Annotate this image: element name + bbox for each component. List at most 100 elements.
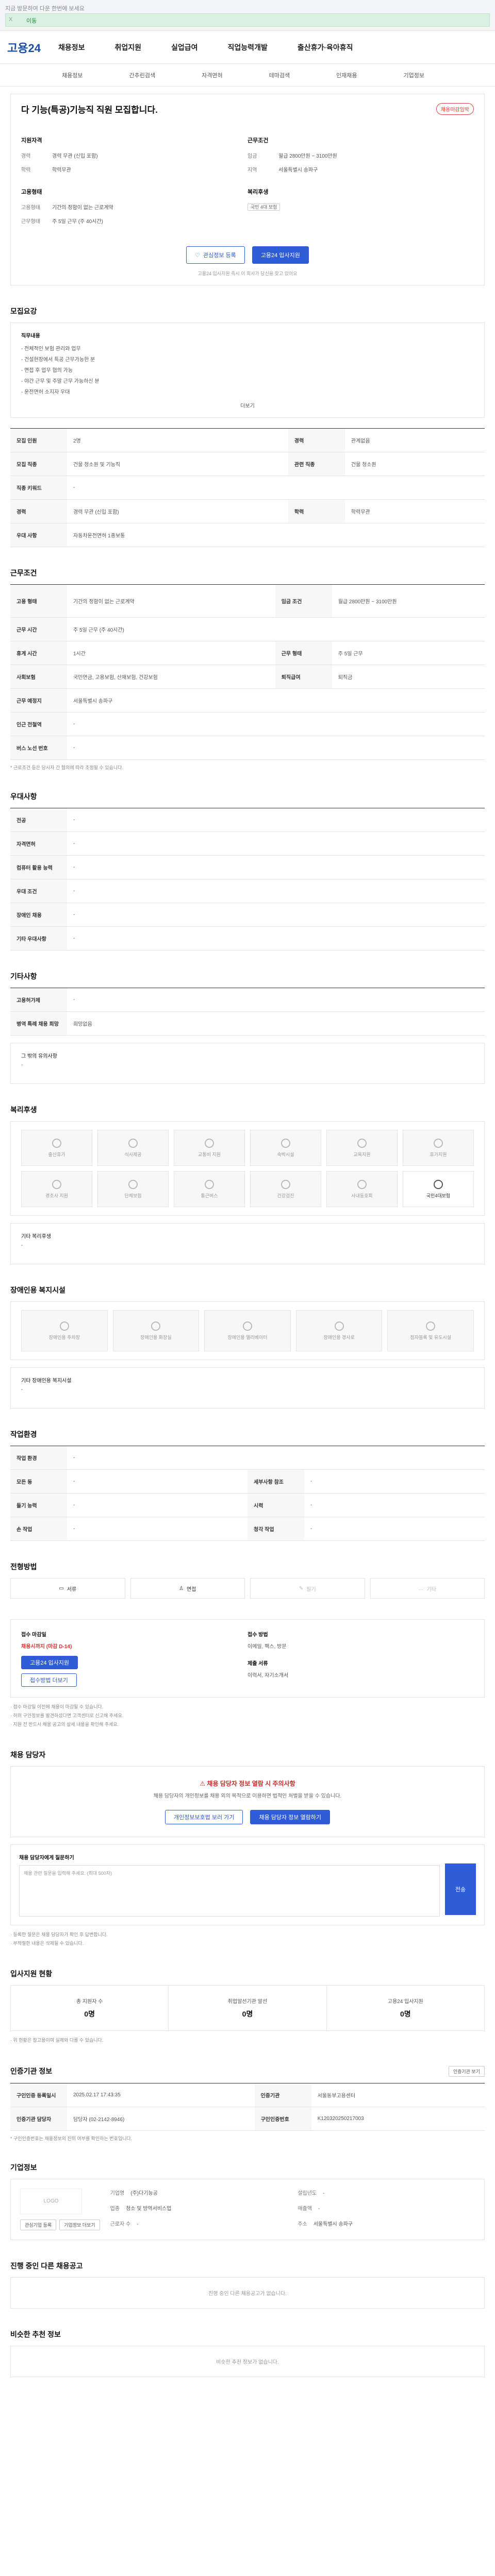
ad-close-button[interactable]: X [9,16,12,23]
process-steps: ▭ 서류 ♙ 면접 ✎ 필기 … 기타 [10,1578,485,1599]
other-notice-label: 그 밖의 유의사항 [21,1054,57,1059]
table-value: - [67,1517,248,1541]
table-key: 구인인증 등록일시 [10,2083,67,2107]
summary-value: 서울특별시 송파구 [278,167,318,173]
table-value: - [67,1493,248,1517]
table-key: 버스 노선 번호 [10,736,67,760]
stats-note: · 위 현황은 참고용이며 실제와 다를 수 있습니다. [10,2038,104,2043]
table-key: 경력 [288,428,345,452]
subnav-item-quick-search[interactable]: 간추린검색 [129,71,155,79]
stat-value: 0명 [84,2010,95,2019]
welfare-item-label: 숙박시설 [277,1151,294,1157]
table-row: 모든 동 - 세부사항 참조 - [10,1469,485,1494]
disability-item: 장애인용 주차장 [21,1310,108,1351]
gnb-item-training[interactable]: 직업능력개발 [228,42,268,53]
table-key: 근무 예정지 [10,688,67,713]
disability-item: 장애인용 엘리베이터 [204,1310,291,1351]
inquiry-submit-button[interactable]: 전송 [445,1863,476,1916]
table-key: 인증기관 담당자 [10,2107,67,2131]
scrap-button[interactable]: ♡ 관심정보 등록 [186,246,245,264]
recruit-table: 모집 인원 2명 경력 관계없음 모집 직종 건물 청소원 및 기능직 관련 직종 건물… [10,428,485,547]
job-description-title: 직무내용 [21,333,40,339]
welfare-note-value: - [21,1243,23,1248]
table-row: 근무 시간 주 5일 근무 (주 40시간) [10,617,485,641]
welfare-item-label: 국민4대보험 [426,1193,451,1198]
apply-bullet: · 접수 마감일 이전에 채용이 마감될 수 있습니다. [10,1704,104,1709]
site-logo[interactable]: 고용24 [7,39,41,56]
table-key: 임금 조건 [275,584,332,618]
corp-scrap-button[interactable]: 관심기업 등록 [20,2219,57,2230]
table-value: - [67,988,485,1012]
stat-value: 0명 [400,2010,411,2019]
welfare-item-label: 교통비 지원 [198,1151,221,1157]
table-row: 사회보험 국민연금, 고용보험, 산재보험, 건강보험 퇴직급여 퇴직금 [10,665,485,689]
table-value: - [67,832,485,856]
manager-section: 채용 담당자 ⚠ 채용 담당자 정보 열람 시 주의사항 채용 담당자의 개인정… [10,1750,485,1948]
section-title: 채용 담당자 [10,1751,46,1759]
table-value: 건물 청소원 [344,452,485,476]
process-step-document: ▭ 서류 [10,1578,125,1599]
pencil-icon: ✎ [299,1585,304,1591]
page-footer-space [10,2377,485,2413]
corp-info-key: 매출액 [298,2206,312,2212]
ad-banner[interactable]: X 이동 [5,13,490,27]
section-title: 인증기관 정보 [10,2067,53,2076]
manager-warning-text: 채용 담당자 정보 열람 시 주의사항 [207,1780,295,1788]
table-value: - [304,1517,485,1541]
ad-go-link[interactable]: 이동 [26,16,37,25]
inquiry-textarea[interactable]: 채용 관련 질문을 입력해 주세요. (최대 500자) [19,1865,440,1917]
table-value: - [67,926,485,951]
club-icon [357,1179,367,1189]
subnav-item-license[interactable]: 자격면허 [202,71,222,79]
gnb-item-unemployment[interactable]: 실업급여 [171,42,198,53]
more-icon: … [418,1585,424,1591]
subnav-item-company[interactable]: 기업정보 [404,71,424,79]
table-value: - [67,855,485,879]
table-value: - [67,1469,248,1494]
similar-empty: 비슷한 추천 정보가 없습니다. [10,2345,485,2377]
apply-button-secondary[interactable]: 고용24 입사지원 [21,1656,78,1669]
view-manager-button[interactable]: 채용 담당자 정보 열람하기 [250,1810,330,1825]
table-value: - [304,1493,485,1517]
table-value: 학력무관 [344,499,485,523]
table-key: 장애인 채용 [10,903,67,927]
summary-key: 지역 [248,167,257,173]
welfare-note-panel: 기타 복리후생 - [10,1223,485,1264]
table-value: 기간의 정함이 없는 근로계약 [67,584,275,618]
apply-method-more-button[interactable]: 접수방법 더보기 [21,1673,77,1687]
privacy-law-button[interactable]: 개인정보보호법 보러 가기 [165,1810,243,1825]
table-value: 희망없음 [67,1011,485,1036]
gnb-item-jobs[interactable]: 채용정보 [58,42,85,53]
process-step-label: 필기 [306,1586,316,1592]
subnav-item-theme[interactable]: 테마검색 [269,71,290,79]
apply-button[interactable]: 고용24 입사지원 [252,246,309,264]
table-value: 서울동부고용센터 [311,2083,485,2107]
scrap-button-label: 관심정보 등록 [203,252,236,259]
subnav-item-jobs[interactable]: 채용정보 [62,71,82,79]
work-condition-table: 고용 형태 기간의 정함이 없는 근로계약 임금 조건 월급 2800만원 ~ 31… [10,584,485,760]
gnb-item-leave[interactable]: 출산휴가·육아휴직 [298,42,353,53]
table-value: - [67,476,485,500]
welfare-icon-grid: 출산휴가 식사제공 교통비 지원 숙박시설 교육지원 휴가지원 경조사 지원 단… [21,1130,474,1207]
subnav-item-talent[interactable]: 인재채용 [336,71,357,79]
apply-method-value: 이메일, 팩스, 방문 [248,1644,287,1650]
table-value: 경력 무관 (신입 포함) [67,499,288,523]
education-icon [357,1138,367,1148]
welfare-item: 경조사 지원 [21,1171,92,1207]
shield-icon [434,1179,443,1189]
welfare-item: 단체보험 [97,1171,169,1207]
gnb-item-support[interactable]: 취업지원 [114,42,141,53]
section-title: 모집요강 [10,307,37,315]
table-key: 모집 직종 [10,452,67,476]
agency-view-button[interactable]: 인증기관 보기 [448,2065,485,2077]
welfare-panel: 출산휴가 식사제공 교통비 지원 숙박시설 교육지원 휴가지원 경조사 지원 단… [10,1121,485,1216]
corp-more-button[interactable]: 기업정보 더보기 [59,2219,100,2230]
table-key: 사회보험 [10,665,67,689]
table-key: 모집 인원 [10,428,67,452]
corp-logo: LOGO [20,2188,82,2214]
section-title: 전형방법 [10,1563,37,1571]
corp-info-key: 기업명 [110,2190,125,2196]
corp-info-value: 청소 및 방역서비스업 [126,2206,172,2212]
more-button[interactable]: 더보기 [21,401,474,409]
table-value: - [67,712,485,736]
